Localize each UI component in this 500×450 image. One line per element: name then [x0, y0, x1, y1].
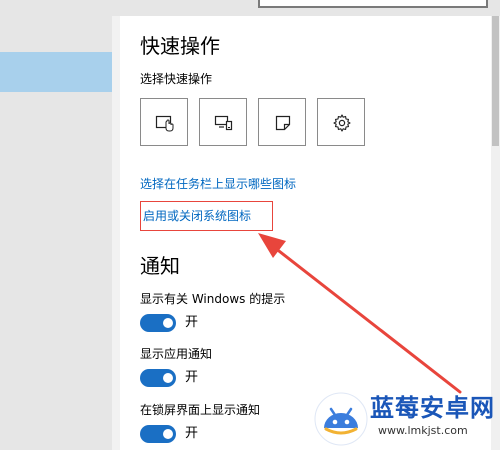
search-input[interactable]: [258, 0, 488, 8]
nav-item-selected[interactable]: [0, 52, 112, 92]
quick-action-note-button[interactable]: [258, 98, 306, 146]
quick-action-tablet-button[interactable]: [140, 98, 188, 146]
watermark-brand: 蓝莓安卓网: [370, 394, 495, 422]
quick-action-project-button[interactable]: [199, 98, 247, 146]
touch-tablet-icon: [155, 115, 174, 132]
toggle-state-text: 开: [185, 315, 199, 330]
scrollbar-thumb[interactable]: [492, 16, 499, 146]
lockscreen-notifications-toggle-row: 开: [140, 425, 240, 445]
toggle-knob: [163, 318, 173, 328]
toggle-state-text: 开: [185, 426, 199, 441]
windows-tips-toggle[interactable]: [140, 314, 176, 332]
settings-window: 快速操作 选择快速操作 选择在任务栏上显示哪些图标 启用或关闭系统图标 通知 显…: [0, 0, 500, 450]
windows-tips-toggle-row: 开: [140, 314, 240, 334]
lockscreen-notifications-toggle[interactable]: [140, 425, 176, 443]
watermark: 蓝莓安卓网 www.lmkjst.com: [314, 386, 500, 450]
gear-icon: [333, 114, 351, 132]
top-bar: [0, 0, 500, 16]
toggle-knob: [163, 429, 173, 439]
quick-actions-subtitle: 选择快速操作: [140, 72, 213, 86]
system-icons-highlight: 启用或关闭系统图标: [140, 201, 273, 231]
setting-label-app-notifications: 显示应用通知: [140, 347, 213, 361]
watermark-url: www.lmkjst.com: [378, 424, 468, 437]
nav-divider: [112, 16, 120, 450]
toggle-knob: [163, 373, 173, 383]
left-nav-panel: [0, 16, 112, 450]
note-icon: [275, 115, 291, 131]
setting-label-lockscreen-notifications: 在锁屏界面上显示通知: [140, 403, 261, 417]
app-notifications-toggle-row: 开: [140, 369, 240, 389]
notifications-title: 通知: [140, 254, 180, 278]
project-display-icon: [214, 115, 233, 131]
quick-action-settings-button[interactable]: [317, 98, 365, 146]
setting-label-windows-tips: 显示有关 Windows 的提示: [140, 292, 286, 306]
scrollbar[interactable]: [491, 16, 500, 450]
app-notifications-toggle[interactable]: [140, 369, 176, 387]
taskbar-icons-link[interactable]: 选择在任务栏上显示哪些图标: [140, 176, 296, 192]
android-logo-icon: [314, 392, 368, 446]
system-icons-link[interactable]: 启用或关闭系统图标: [141, 208, 251, 224]
toggle-state-text: 开: [185, 370, 199, 385]
quick-actions-row: [140, 98, 380, 148]
main-content: 快速操作 选择快速操作 选择在任务栏上显示哪些图标 启用或关闭系统图标 通知 显…: [120, 16, 491, 450]
quick-actions-title: 快速操作: [140, 34, 220, 58]
